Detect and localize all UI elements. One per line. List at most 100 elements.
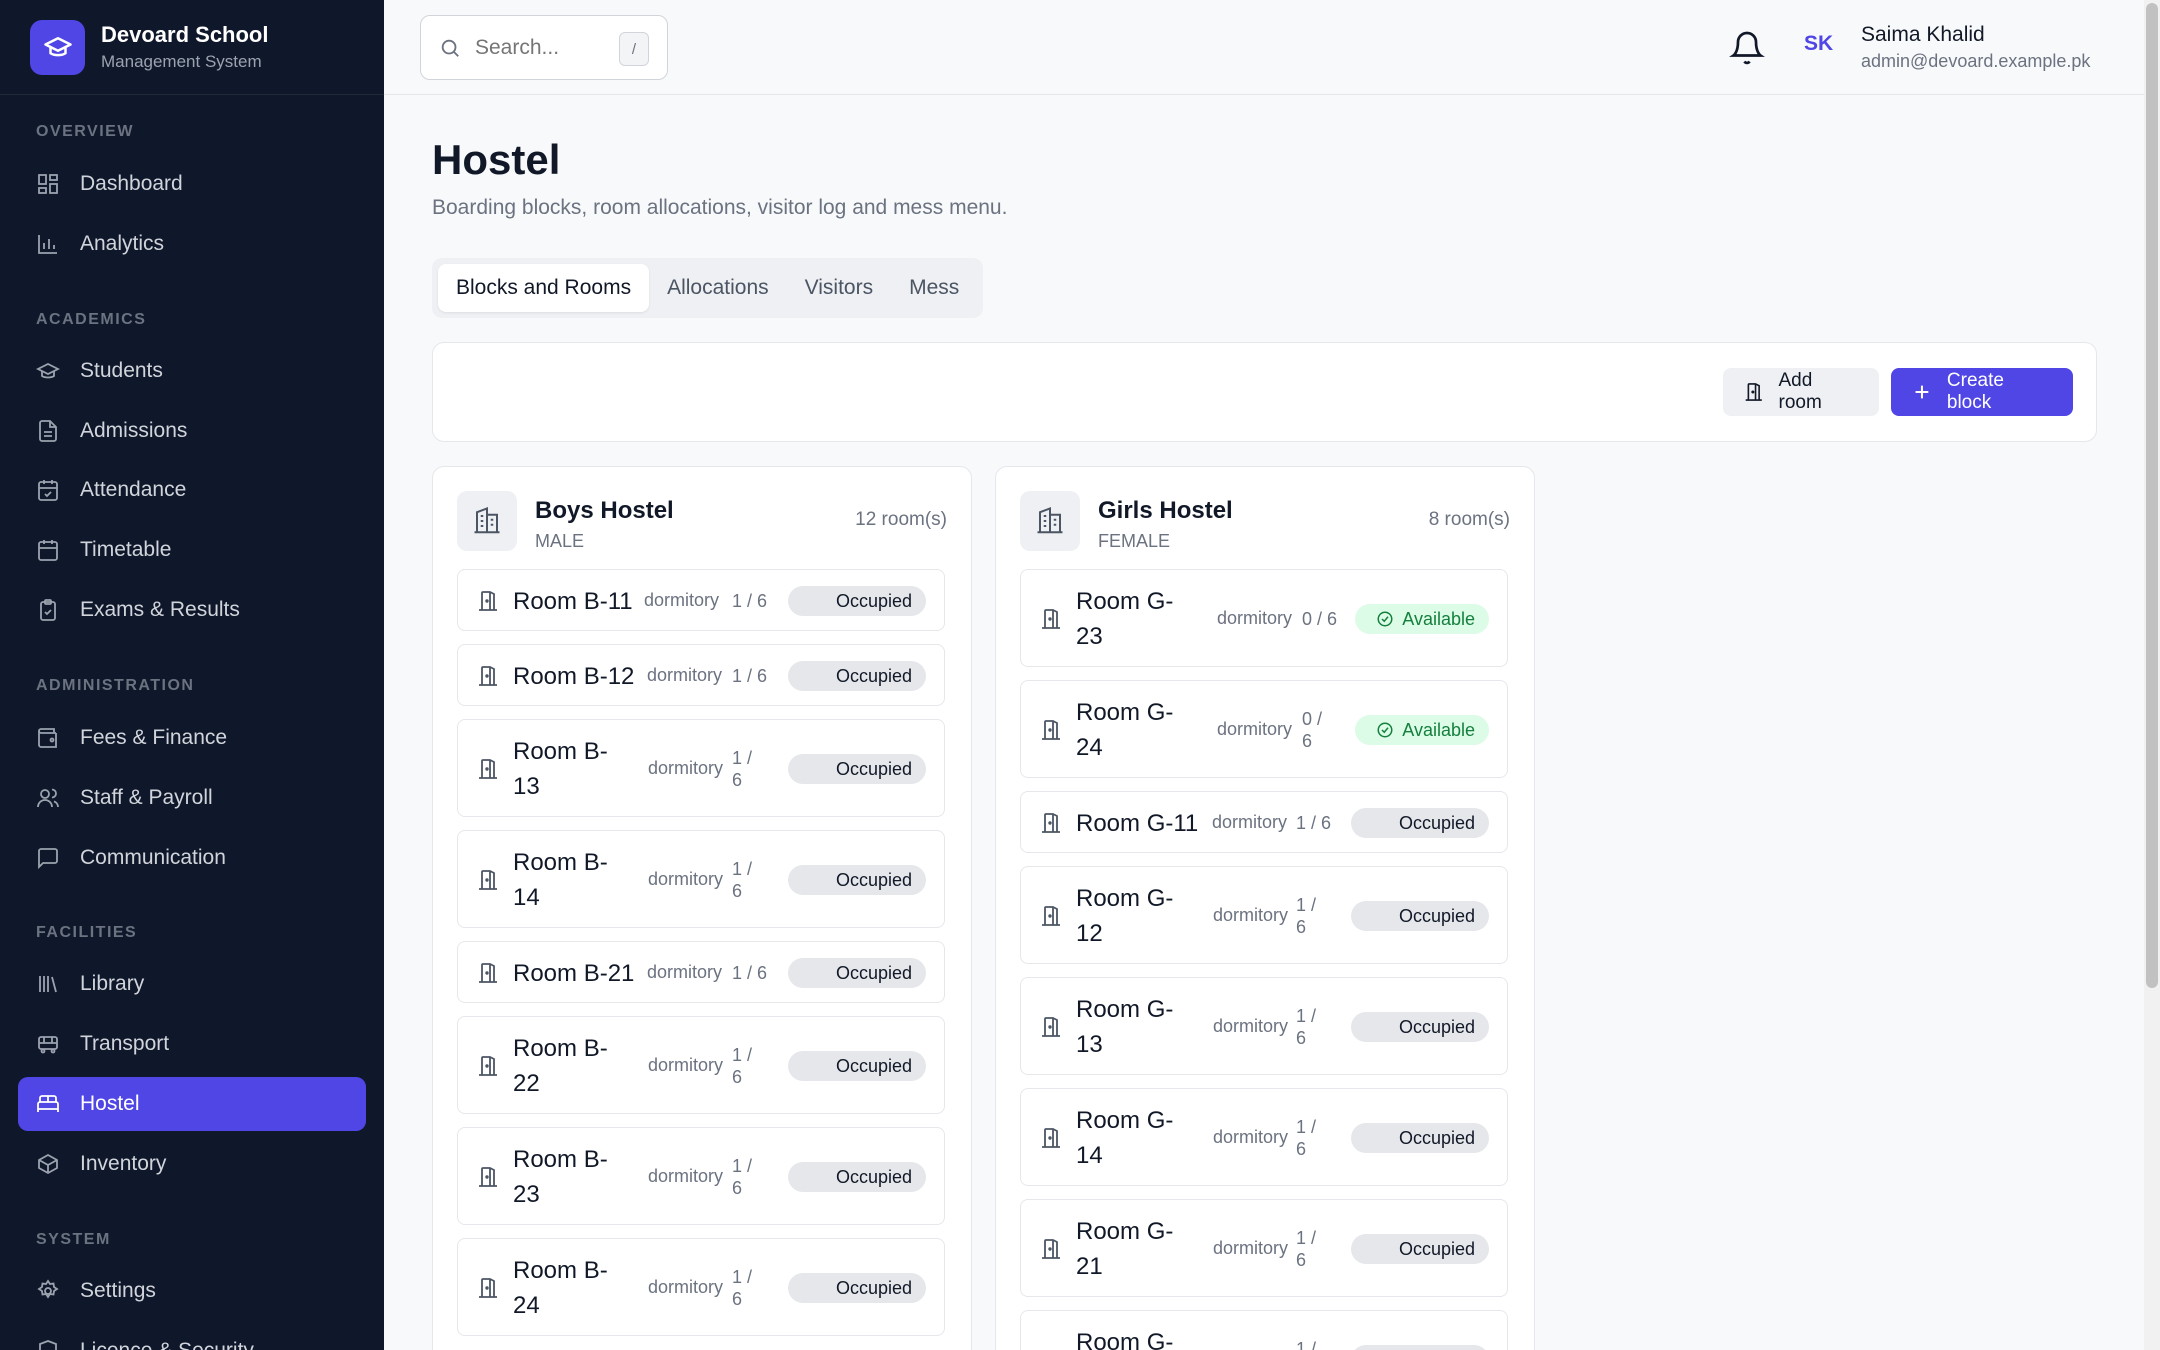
sidebar-item-label: Inventory <box>80 1152 167 1175</box>
tab-allocations[interactable]: Allocations <box>649 264 787 312</box>
search-box[interactable]: / <box>420 15 668 80</box>
bed-icon <box>37 1095 59 1112</box>
section-facilities: FACILITIES <box>36 924 138 941</box>
door-icon <box>1745 383 1762 401</box>
room-name: Room B-14 <box>513 849 608 911</box>
sidebar-item-settings[interactable]: Settings <box>18 1264 366 1318</box>
status-badge: Occupied <box>788 958 926 988</box>
room-occupancy: 1 / 6 <box>732 1267 753 1309</box>
block-room-count: 12 room(s) <box>855 509 947 530</box>
sidebar-item-students[interactable]: Students <box>18 344 366 398</box>
building-icon <box>457 491 517 551</box>
sidebar-item-label: Library <box>80 972 145 995</box>
user-name[interactable]: Saima Khalid <box>1861 23 1985 47</box>
avatar[interactable]: SK <box>1804 32 1833 56</box>
tab-visitors[interactable]: Visitors <box>787 264 891 312</box>
sidebar-item-staff[interactable]: Staff & Payroll <box>18 771 366 825</box>
sidebar-item-timetable[interactable]: Timetable <box>18 523 366 577</box>
create-block-label: Create block <box>1946 370 2004 413</box>
status-badge: Occupied <box>788 865 926 895</box>
room-row[interactable]: Room G-22dormitory1 / 6Occupied <box>1020 1310 1508 1350</box>
sidebar-item-licence[interactable]: Licence & Security <box>18 1324 366 1350</box>
check-circle-icon <box>1377 611 1393 627</box>
tab-blocks-and-rooms[interactable]: Blocks and Rooms <box>438 264 650 312</box>
status-label: Occupied <box>1398 1238 1475 1259</box>
room-row[interactable]: Room G-21 dormitory 1 / 6 Occupied <box>1020 1199 1508 1297</box>
tab-mess[interactable]: Mess <box>891 264 977 312</box>
room-row[interactable]: Room B-12 dormitory 1 / 6 Occupied <box>457 644 945 706</box>
room-row[interactable]: Room B-13 dormitory 1 / 6 Occupied <box>457 719 945 817</box>
status-badge: Occupied <box>1351 1123 1489 1153</box>
sidebar-item-label: Admissions <box>80 419 188 442</box>
sidebar-item-analytics[interactable]: Analytics <box>18 217 366 271</box>
sidebar-item-communication[interactable]: Communication <box>18 831 366 885</box>
add-room-label: Add room <box>1778 370 1822 413</box>
status-label: Occupied <box>1398 1016 1475 1037</box>
search-input[interactable] <box>475 35 615 60</box>
room-name: Room B-12 <box>513 663 635 690</box>
room-occupancy: 1 / 6 <box>732 591 768 611</box>
section-administration: ADMINISTRATION <box>36 677 195 694</box>
sidebar-item-exams[interactable]: Exams & Results <box>18 583 366 637</box>
check-circle-icon <box>1377 722 1393 738</box>
room-name: Room B-13 <box>513 738 608 800</box>
sidebar-item-label: Exams & Results <box>80 598 240 621</box>
room-row[interactable]: Room B-22 dormitory 1 / 6 Occupied <box>457 1016 945 1114</box>
room-row[interactable]: Room G-12 dormitory 1 / 6 Occupied <box>1020 866 1508 964</box>
door-icon <box>1039 1015 1063 1039</box>
room-name: Room B-22 <box>513 1035 608 1097</box>
plus-icon <box>1915 385 1929 399</box>
sidebar-item-library[interactable]: Library <box>18 957 366 1011</box>
sidebar-item-fees[interactable]: Fees & Finance <box>18 711 366 765</box>
page-subtitle: Boarding blocks, room allocations, visit… <box>432 196 1008 219</box>
room-row[interactable]: Room B-14 dormitory 1 / 6 Occupied <box>457 830 945 928</box>
room-row[interactable]: Room B-24 dormitory 1 / 6 Occupied <box>457 1238 945 1336</box>
sidebar-item-label: Timetable <box>80 538 172 561</box>
room-row[interactable]: Room G-24 dormitory 0 / 6 Available <box>1020 680 1508 778</box>
status-label: Occupied <box>835 869 912 890</box>
room-name: Room G-11 <box>1076 810 1199 837</box>
room-occupancy: 1 / 6 <box>1296 1006 1317 1048</box>
sidebar-item-transport[interactable]: Transport <box>18 1017 366 1071</box>
grid-icon <box>38 174 58 194</box>
room-row[interactable]: Room G-14 dormitory 1 / 6 Occupied <box>1020 1088 1508 1186</box>
room-row[interactable]: Room G-13 dormitory 1 / 6 Occupied <box>1020 977 1508 1075</box>
room-name: Room B-21 <box>513 960 635 987</box>
room-occupancy: 1 / 6 <box>732 748 753 790</box>
room-type: dormitory <box>648 1166 724 1186</box>
page-scrollbar[interactable] <box>2144 0 2160 1350</box>
room-type: dormitory <box>1217 608 1293 628</box>
sidebar-item-admissions[interactable]: Admissions <box>18 404 366 458</box>
sidebar-item-label: Analytics <box>80 232 165 255</box>
calendar-check-icon <box>38 480 58 501</box>
add-room-button[interactable]: Add room <box>1723 368 1879 416</box>
sidebar: Devoard School Management System OVERVIE… <box>0 0 384 1350</box>
room-row[interactable]: Room G-23 dormitory 0 / 6 Available <box>1020 569 1508 667</box>
sidebar-item-attendance[interactable]: Attendance <box>18 463 366 517</box>
create-block-button[interactable]: Create block <box>1891 368 2073 416</box>
room-row[interactable]: Room B-21 dormitory 1 / 6 Occupied <box>457 941 945 1003</box>
room-occupancy: 1 / 6 <box>732 1045 753 1087</box>
sidebar-item-label: Staff & Payroll <box>80 786 213 809</box>
room-row[interactable]: Room B-23 dormitory 1 / 6 Occupied <box>457 1127 945 1225</box>
room-type: dormitory <box>648 1277 724 1297</box>
brand[interactable]: Devoard School Management System <box>0 0 384 95</box>
search-icon <box>441 39 459 57</box>
scrollbar-thumb[interactable] <box>2146 3 2158 988</box>
status-label: Available <box>1402 719 1475 740</box>
room-row[interactable]: Room G-11 dormitory 1 / 6 Occupied <box>1020 791 1508 853</box>
sidebar-item-dashboard[interactable]: Dashboard <box>18 157 366 211</box>
room-type: dormitory <box>647 665 723 685</box>
room-name: Room G-22 <box>1076 1329 1174 1350</box>
room-row[interactable]: Room B-11 dormitory 1 / 6 Occupied <box>457 569 945 631</box>
sidebar-item-inventory[interactable]: Inventory <box>18 1137 366 1191</box>
bell-icon[interactable] <box>1729 30 1765 66</box>
door-icon <box>476 589 500 613</box>
status-badge: Occupied <box>788 586 926 616</box>
status-label: Occupied <box>835 962 912 983</box>
graduation-cap-icon <box>36 362 60 379</box>
sidebar-item-label: Settings <box>80 1279 156 1302</box>
sidebar-item-hostel[interactable]: Hostel <box>18 1077 366 1131</box>
tab-bar: Blocks and Rooms Allocations Visitors Me… <box>432 258 984 318</box>
calendar-icon <box>38 540 58 561</box>
